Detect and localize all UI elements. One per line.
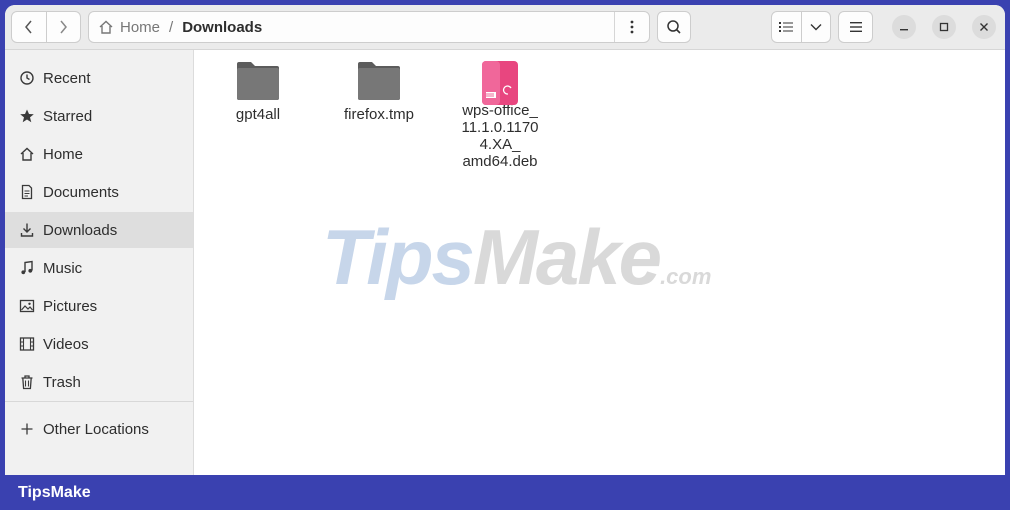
file-view: TipsMake.com gpt4all firefox.tmp wps-off… bbox=[194, 50, 1005, 475]
chevron-right-icon bbox=[60, 20, 68, 34]
folder-icon bbox=[356, 60, 402, 102]
search-button[interactable] bbox=[657, 11, 691, 43]
maximize-button[interactable] bbox=[932, 15, 956, 39]
watermark-part-tips: Tips bbox=[322, 213, 475, 301]
watermark-part-com: .com bbox=[660, 264, 712, 289]
sidebar-item-downloads[interactable]: Downloads bbox=[5, 212, 193, 248]
breadcrumb-home-label: Home bbox=[120, 18, 161, 36]
close-icon bbox=[980, 23, 988, 31]
sidebar-item-label: Pictures bbox=[43, 297, 98, 315]
chevron-down-icon bbox=[810, 24, 822, 31]
file-name: firefox.tmp bbox=[343, 106, 415, 123]
clock-icon bbox=[19, 70, 35, 86]
sidebar-item-label: Downloads bbox=[43, 221, 118, 239]
document-icon bbox=[19, 184, 35, 200]
sidebar-item-label: Home bbox=[43, 145, 84, 163]
folder-icon bbox=[235, 60, 281, 102]
plus-icon bbox=[19, 421, 35, 437]
list-view-button[interactable] bbox=[772, 12, 801, 42]
maximize-icon bbox=[939, 22, 949, 32]
deb-package-icon bbox=[477, 60, 523, 105]
sidebar-item-label: Recent bbox=[43, 69, 91, 87]
sidebar-item-trash[interactable]: Trash bbox=[5, 364, 193, 400]
file-name: gpt4all bbox=[235, 106, 281, 123]
download-icon bbox=[19, 222, 35, 238]
trash-icon bbox=[19, 374, 35, 390]
sidebar-item-label: Other Locations bbox=[43, 420, 149, 438]
file-item-wps-office-deb[interactable]: wps-office_ 11.1.0.1170 4.XA_ amd64.deb bbox=[450, 60, 550, 170]
navigation-buttons bbox=[11, 11, 81, 43]
main-menu-button[interactable] bbox=[838, 11, 873, 43]
close-button[interactable] bbox=[972, 15, 996, 39]
sidebar-item-label: Starred bbox=[43, 107, 93, 125]
file-item-firefox-tmp[interactable]: firefox.tmp bbox=[329, 60, 429, 123]
search-icon bbox=[667, 20, 681, 34]
sidebar-item-documents[interactable]: Documents bbox=[5, 174, 193, 210]
back-button[interactable] bbox=[12, 12, 46, 42]
sidebar-divider bbox=[5, 401, 193, 402]
footer-brand: TipsMake bbox=[18, 483, 91, 501]
sidebar-item-recent[interactable]: Recent bbox=[5, 60, 193, 96]
sidebar-item-home[interactable]: Home bbox=[5, 136, 193, 172]
chevron-left-icon bbox=[24, 20, 32, 34]
breadcrumb-separator: / bbox=[169, 18, 174, 36]
minimize-button[interactable] bbox=[892, 15, 916, 39]
home-icon bbox=[19, 146, 35, 162]
header-bar: Home / Downloads bbox=[5, 5, 1005, 50]
footer-bar: TipsMake bbox=[0, 475, 1010, 510]
file-item-gpt4all[interactable]: gpt4all bbox=[208, 60, 308, 123]
home-icon bbox=[99, 20, 113, 34]
sidebar-item-other-locations[interactable]: Other Locations bbox=[5, 411, 193, 447]
breadcrumb-home[interactable]: Home bbox=[89, 19, 160, 36]
video-icon bbox=[19, 336, 35, 352]
path-menu-button[interactable] bbox=[614, 12, 649, 42]
breadcrumb-current[interactable]: Downloads bbox=[182, 19, 262, 36]
sidebar-item-starred[interactable]: Starred bbox=[5, 98, 193, 134]
watermark: TipsMake.com bbox=[322, 212, 711, 303]
list-view-icon bbox=[779, 22, 794, 32]
watermark-part-make: Make bbox=[472, 213, 662, 301]
hamburger-menu-icon bbox=[849, 22, 862, 32]
view-buttons bbox=[771, 11, 831, 43]
vertical-dots-icon bbox=[630, 20, 634, 34]
picture-icon bbox=[19, 298, 35, 314]
sidebar-item-label: Music bbox=[43, 259, 83, 277]
sidebar-item-pictures[interactable]: Pictures bbox=[5, 288, 193, 324]
sidebar-item-music[interactable]: Music bbox=[5, 250, 193, 286]
sidebar-item-videos[interactable]: Videos bbox=[5, 326, 193, 362]
sidebar: Recent Starred Home Documents Downloads … bbox=[5, 50, 194, 475]
forward-button[interactable] bbox=[45, 12, 81, 42]
view-options-button[interactable] bbox=[800, 12, 831, 42]
file-manager-window: Home / Downloads Recent Starred Home Doc… bbox=[5, 5, 1005, 475]
sidebar-item-label: Documents bbox=[43, 183, 119, 201]
star-icon bbox=[19, 108, 35, 124]
path-bar: Home / Downloads bbox=[88, 11, 650, 43]
music-icon bbox=[19, 260, 35, 276]
file-name: wps-office_ 11.1.0.1170 4.XA_ amd64.deb bbox=[461, 102, 539, 170]
sidebar-item-label: Trash bbox=[43, 373, 81, 391]
minimize-icon bbox=[900, 29, 908, 31]
sidebar-item-label: Videos bbox=[43, 335, 89, 353]
